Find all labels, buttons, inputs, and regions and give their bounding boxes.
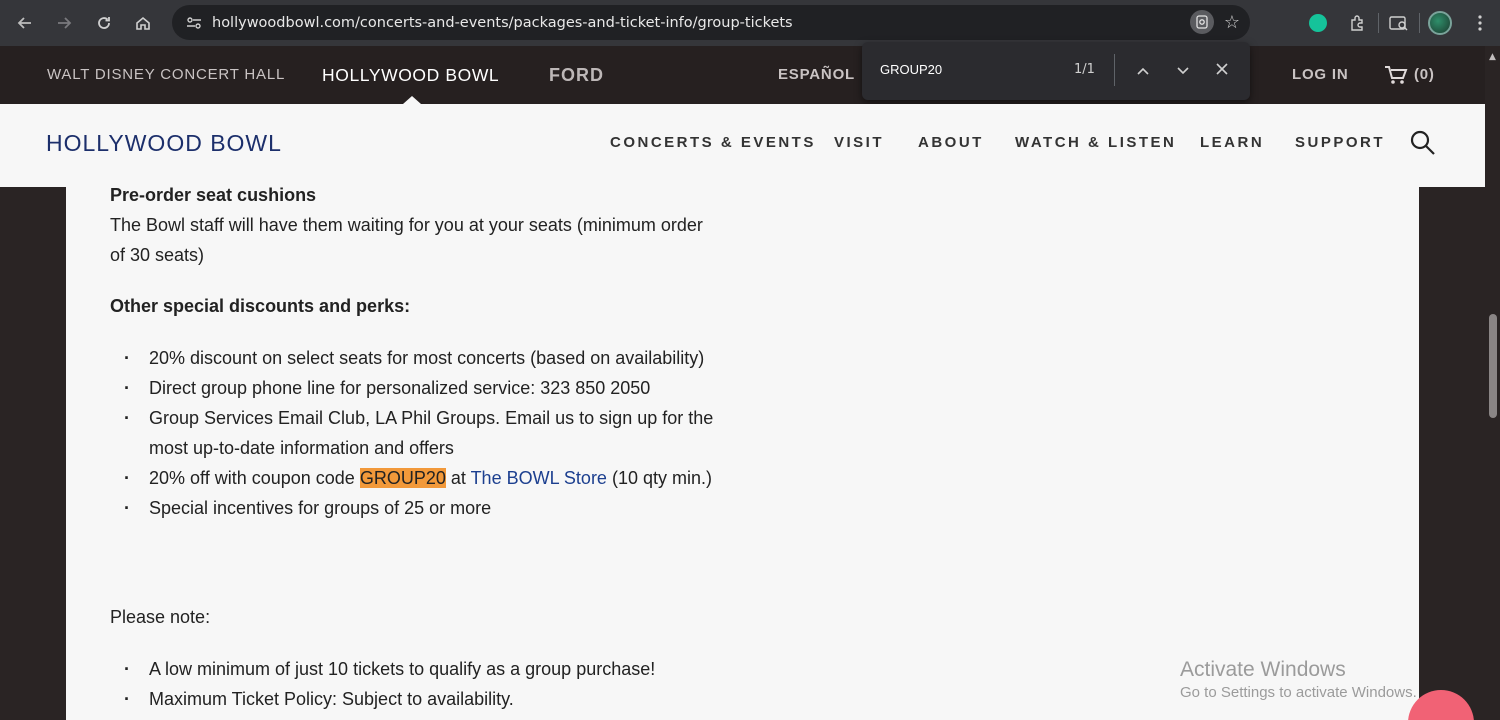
grammarly-extension-icon[interactable] (1298, 0, 1338, 46)
page-content: Pre-order seat cushions The Bowl staff w… (66, 185, 1419, 720)
list-item-coupon: 20% off with coupon code GROUP20 at The … (110, 463, 720, 493)
profile-avatar[interactable] (1420, 0, 1460, 46)
language-link-espanol[interactable]: ESPAÑOL (778, 46, 855, 104)
perks-list: 20% discount on select seats for most co… (110, 343, 720, 523)
lens-icon[interactable] (1189, 10, 1214, 34)
site-info-icon[interactable] (176, 16, 212, 30)
note-heading: Please note: (110, 607, 211, 627)
extensions-puzzle-icon[interactable] (1338, 0, 1378, 46)
coupon-text-middle: at (445, 468, 471, 488)
url-text: hollywoodbowl.com/concerts-and-events/pa… (212, 14, 793, 31)
list-item: Group Services Email Club, LA Phil Group… (110, 403, 720, 463)
address-bar[interactable]: hollywoodbowl.com/concerts-and-events/pa… (172, 5, 1250, 40)
site-search-icon[interactable] (1410, 130, 1436, 156)
watermark-subtitle: Go to Settings to activate Windows. (1180, 684, 1417, 701)
cushions-heading: Pre-order seat cushions (110, 185, 317, 205)
nav-learn[interactable]: LEARN (1200, 134, 1264, 151)
nav-support[interactable]: SUPPORT (1295, 134, 1385, 151)
venue-link-walt-disney[interactable]: WALT DISNEY CONCERT HALL (47, 46, 285, 104)
find-match-count: 1/1 (1074, 62, 1095, 77)
list-item: 20% discount on select seats for most co… (110, 343, 720, 373)
list-item: Maximum Ticket Policy: Subject to availa… (110, 684, 720, 714)
cushions-section: Pre-order seat cushions The Bowl staff w… (110, 180, 720, 270)
forward-button[interactable] (44, 0, 84, 46)
windows-activation-watermark: Activate Windows Go to Settings to activ… (1180, 658, 1417, 701)
list-item: Special incentives for groups of 25 or m… (110, 493, 720, 523)
site-logo[interactable]: HOLLYWOOD BOWL (46, 130, 282, 157)
bookmark-star-icon[interactable]: ☆ (1224, 12, 1240, 33)
main-navigation: HOLLYWOOD BOWL CONCERTS & EVENTS VISIT A… (0, 104, 1485, 187)
coupon-code-highlight: GROUP20 (359, 468, 446, 488)
coupon-text-after: (10 qty min.) (606, 468, 712, 488)
find-input[interactable]: GROUP20 (880, 42, 942, 98)
notes-list: A low minimum of just 10 tickets to qual… (110, 654, 720, 714)
tab-search-icon[interactable] (1379, 0, 1419, 46)
bowl-store-link[interactable]: The BOWL Store (471, 468, 607, 488)
login-link[interactable]: LOG IN (1292, 46, 1348, 104)
page-scrollbar[interactable]: ▲ (1485, 46, 1500, 720)
nav-about[interactable]: ABOUT (918, 134, 984, 151)
cushions-text: The Bowl staff will have them waiting fo… (110, 215, 703, 265)
find-in-page-bar: GROUP20 1/1 (862, 42, 1250, 100)
nav-watch-listen[interactable]: WATCH & LISTEN (1015, 134, 1176, 151)
nav-concerts-events[interactable]: CONCERTS & EVENTS (610, 134, 816, 151)
venue-bar: WALT DISNEY CONCERT HALL HOLLYWOOD BOWL … (0, 46, 1485, 104)
list-item: Direct group phone line for personalized… (110, 373, 720, 403)
cart-button[interactable]: (0) (1384, 46, 1435, 104)
browser-toolbar: hollywoodbowl.com/concerts-and-events/pa… (0, 0, 1500, 46)
discounts-heading: Other special discounts and perks: (110, 296, 411, 316)
find-previous-icon[interactable] (1131, 42, 1155, 98)
active-venue-indicator (403, 96, 421, 104)
cart-icon (1385, 66, 1408, 84)
reload-button[interactable] (84, 0, 124, 46)
home-button[interactable] (123, 0, 163, 46)
watermark-title: Activate Windows (1180, 658, 1346, 681)
find-divider (1114, 54, 1115, 86)
cart-count: (0) (1414, 66, 1435, 83)
browser-menu-icon[interactable] (1460, 0, 1500, 46)
discounts-heading-wrap: Other special discounts and perks: (110, 291, 720, 321)
back-button[interactable] (5, 0, 45, 46)
coupon-text-before: 20% off with coupon code (149, 468, 360, 488)
scroll-up-arrow[interactable]: ▲ (1488, 52, 1497, 62)
find-close-icon[interactable] (1210, 42, 1234, 98)
venue-link-ford[interactable]: FORD (549, 46, 604, 104)
scroll-thumb[interactable] (1489, 314, 1497, 418)
list-item: A low minimum of just 10 tickets to qual… (110, 654, 720, 684)
nav-visit[interactable]: VISIT (834, 134, 884, 151)
find-next-icon[interactable] (1171, 42, 1195, 98)
